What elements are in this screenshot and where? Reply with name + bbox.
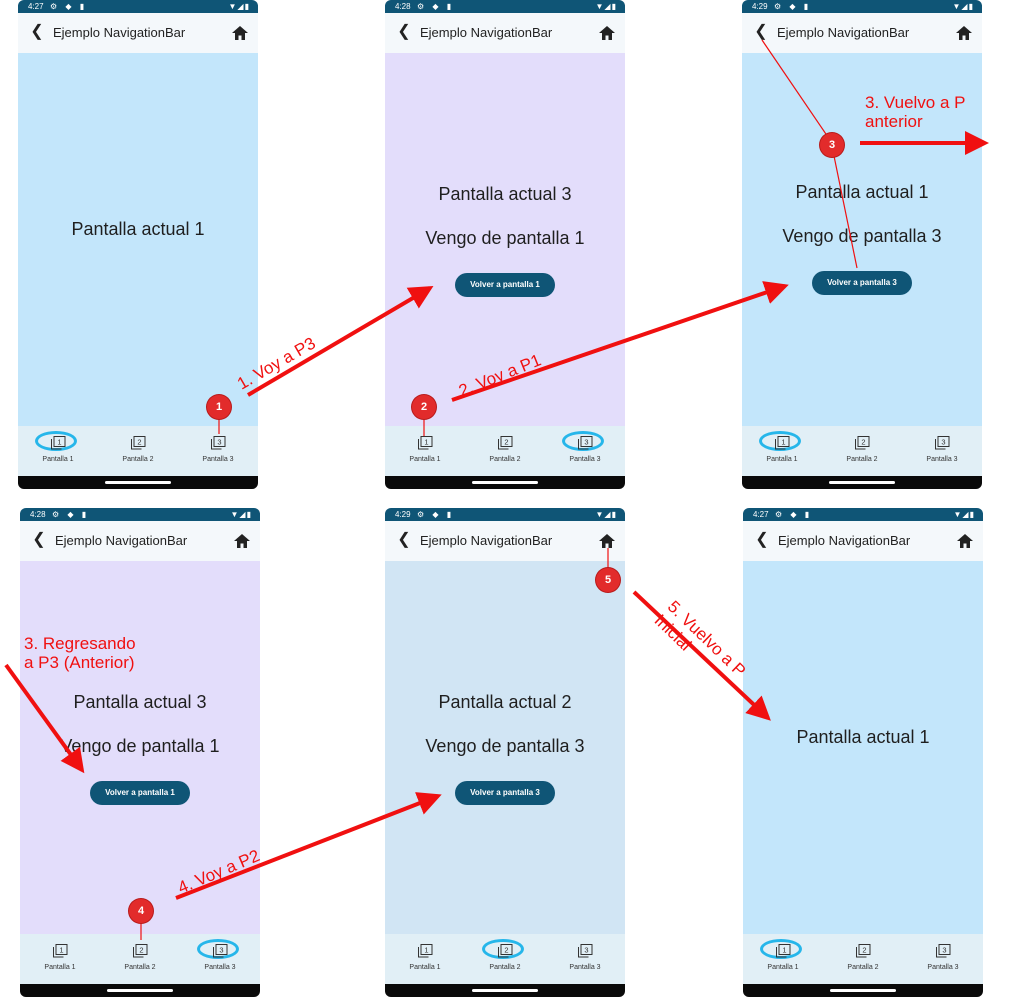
step-badge-2: 2 [412,395,436,419]
step-badge-4: 4 [129,899,153,923]
pointer-3-back [761,39,831,141]
arrow-3-left [4,663,85,774]
step-badge-5: 5 [596,568,620,592]
annotation-step-3-left: 3. Regresando a P3 (Anterior) [24,634,136,672]
step-badge-3: 3 [820,133,844,157]
step-badge-1: 1 [207,395,231,419]
arrow-1 [246,285,434,397]
pointer-3-button [833,155,858,269]
arrows-overlay [4,39,989,940]
annotation-step-3-top: 3. Vuelvo a P anterior [865,93,966,131]
